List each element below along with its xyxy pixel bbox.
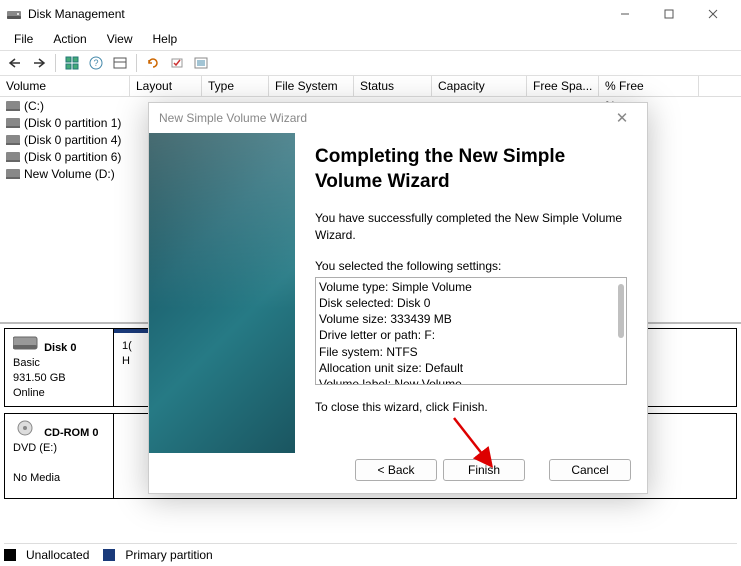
close-button[interactable] <box>691 0 735 28</box>
wizard-cancel-button[interactable]: Cancel <box>549 459 631 481</box>
legend-unallocated-swatch <box>4 549 16 561</box>
col-freespace[interactable]: Free Spa... <box>527 76 599 96</box>
cdrom-path: DVD (E:) <box>13 442 57 454</box>
disk0-info: Disk 0 Basic 931.50 GB Online <box>4 328 114 407</box>
wizard-side-banner <box>149 133 295 453</box>
cdrom-status: No Media <box>13 472 60 484</box>
menu-view[interactable]: View <box>97 30 143 48</box>
col-capacity[interactable]: Capacity <box>432 76 527 96</box>
wizard-selected-text: You selected the following settings: <box>315 258 627 275</box>
cdrom-icon <box>13 420 41 436</box>
legend-primary: Primary partition <box>125 548 212 562</box>
wizard-settings-list[interactable]: Volume type: Simple VolumeDisk selected:… <box>315 277 627 385</box>
disk0-size: 931.50 GB <box>13 372 66 384</box>
col-status[interactable]: Status <box>354 76 432 96</box>
legend-unallocated: Unallocated <box>26 548 89 562</box>
menu-action[interactable]: Action <box>43 30 96 48</box>
disk0-status: Online <box>13 387 45 399</box>
menu-help[interactable]: Help <box>143 30 188 48</box>
cdrom-info: CD-ROM 0 DVD (E:) No Media <box>4 413 114 499</box>
nav-forward-button[interactable] <box>28 52 50 74</box>
cdrom-title: CD-ROM 0 <box>44 427 98 439</box>
wizard-dialog: New Simple Volume Wizard ✕ Completing th… <box>148 102 648 494</box>
app-icon <box>6 6 22 22</box>
col-filesystem[interactable]: File System <box>269 76 354 96</box>
menubar: File Action View Help <box>0 28 741 50</box>
col-type[interactable]: Type <box>202 76 269 96</box>
disk-icon <box>13 335 41 351</box>
legend: Unallocated Primary partition <box>4 543 737 562</box>
toolbar-commit-icon[interactable] <box>166 52 188 74</box>
col-layout[interactable]: Layout <box>130 76 202 96</box>
toolbar-panel-icon[interactable] <box>109 52 131 74</box>
wizard-close-hint: To close this wizard, click Finish. <box>315 399 627 416</box>
window-title: Disk Management <box>28 7 125 21</box>
wizard-finish-button[interactable]: Finish <box>443 459 525 481</box>
wizard-close-button[interactable]: ✕ <box>607 103 637 133</box>
col-percentfree[interactable]: % Free <box>599 76 699 96</box>
toolbar-list-icon[interactable] <box>190 52 212 74</box>
toolbar-help-icon[interactable]: ? <box>85 52 107 74</box>
wizard-heading: Completing the New Simple Volume Wizard <box>315 145 627 194</box>
minimize-button[interactable] <box>603 0 647 28</box>
menu-file[interactable]: File <box>4 30 43 48</box>
maximize-button[interactable] <box>647 0 691 28</box>
toolbar-grid-icon[interactable] <box>61 52 83 74</box>
toolbar-refresh-icon[interactable] <box>142 52 164 74</box>
wizard-back-button[interactable]: < Back <box>355 459 437 481</box>
svg-text:?: ? <box>93 58 98 68</box>
nav-back-button[interactable] <box>4 52 26 74</box>
toolbar: ? <box>0 50 741 76</box>
disk0-type: Basic <box>13 357 40 369</box>
wizard-completed-text: You have successfully completed the New … <box>315 210 627 244</box>
col-volume[interactable]: Volume <box>0 76 130 96</box>
wizard-title: New Simple Volume Wizard <box>159 111 307 125</box>
disk0-title: Disk 0 <box>44 342 76 354</box>
legend-primary-swatch <box>103 549 115 561</box>
titlebar: Disk Management <box>0 0 741 28</box>
listview-header[interactable]: Volume Layout Type File System Status Ca… <box>0 76 741 97</box>
settings-scrollbar[interactable] <box>618 284 624 338</box>
